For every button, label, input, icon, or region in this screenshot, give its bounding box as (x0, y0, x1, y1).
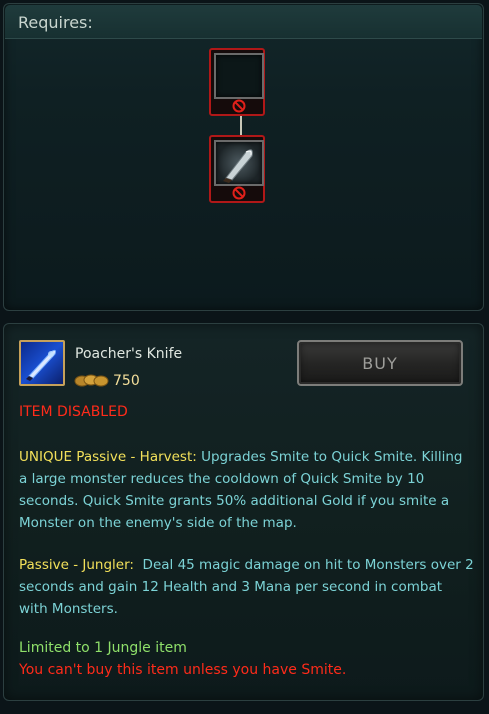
build-tree-slot-knife[interactable] (209, 135, 265, 203)
requires-header: Requires: (5, 5, 482, 39)
smite-warning-label: You can't buy this item unless you have … (19, 662, 347, 678)
item-disabled-label: ITEM DISABLED (19, 404, 128, 420)
poachers-knife-icon (19, 340, 65, 386)
blocked-icon (232, 99, 246, 113)
build-tree-connector (240, 116, 242, 135)
empty-slot-icon (214, 53, 264, 99)
requires-panel: Requires: (3, 3, 484, 311)
passive-harvest-title: UNIQUE Passive - Harvest: (19, 449, 197, 465)
gold-coins-icon (74, 374, 109, 387)
blocked-icon (232, 186, 246, 200)
requires-title: Requires: (18, 13, 93, 32)
buy-button[interactable]: BUY (297, 340, 463, 386)
build-tree-slot-empty[interactable] (209, 48, 265, 116)
passive-harvest-description: UNIQUE Passive - Harvest: Upgrades Smite… (19, 446, 474, 534)
item-name: Poacher's Knife (75, 346, 183, 362)
item-details-panel: Poacher's Knife 750 BUY ITEM DISABLED UN… (3, 323, 484, 701)
item-price: 750 (113, 373, 140, 389)
limit-label: Limited to 1 Jungle item (19, 640, 187, 656)
passive-jungler-title: Passive - Jungler: (19, 557, 134, 573)
item-tooltip-window: Requires: Poacher's Knife 750 BUY ITEM D… (0, 0, 489, 714)
knife-icon (214, 140, 264, 186)
passive-jungler-description: Passive - Jungler: Deal 45 magic damage … (19, 554, 474, 620)
